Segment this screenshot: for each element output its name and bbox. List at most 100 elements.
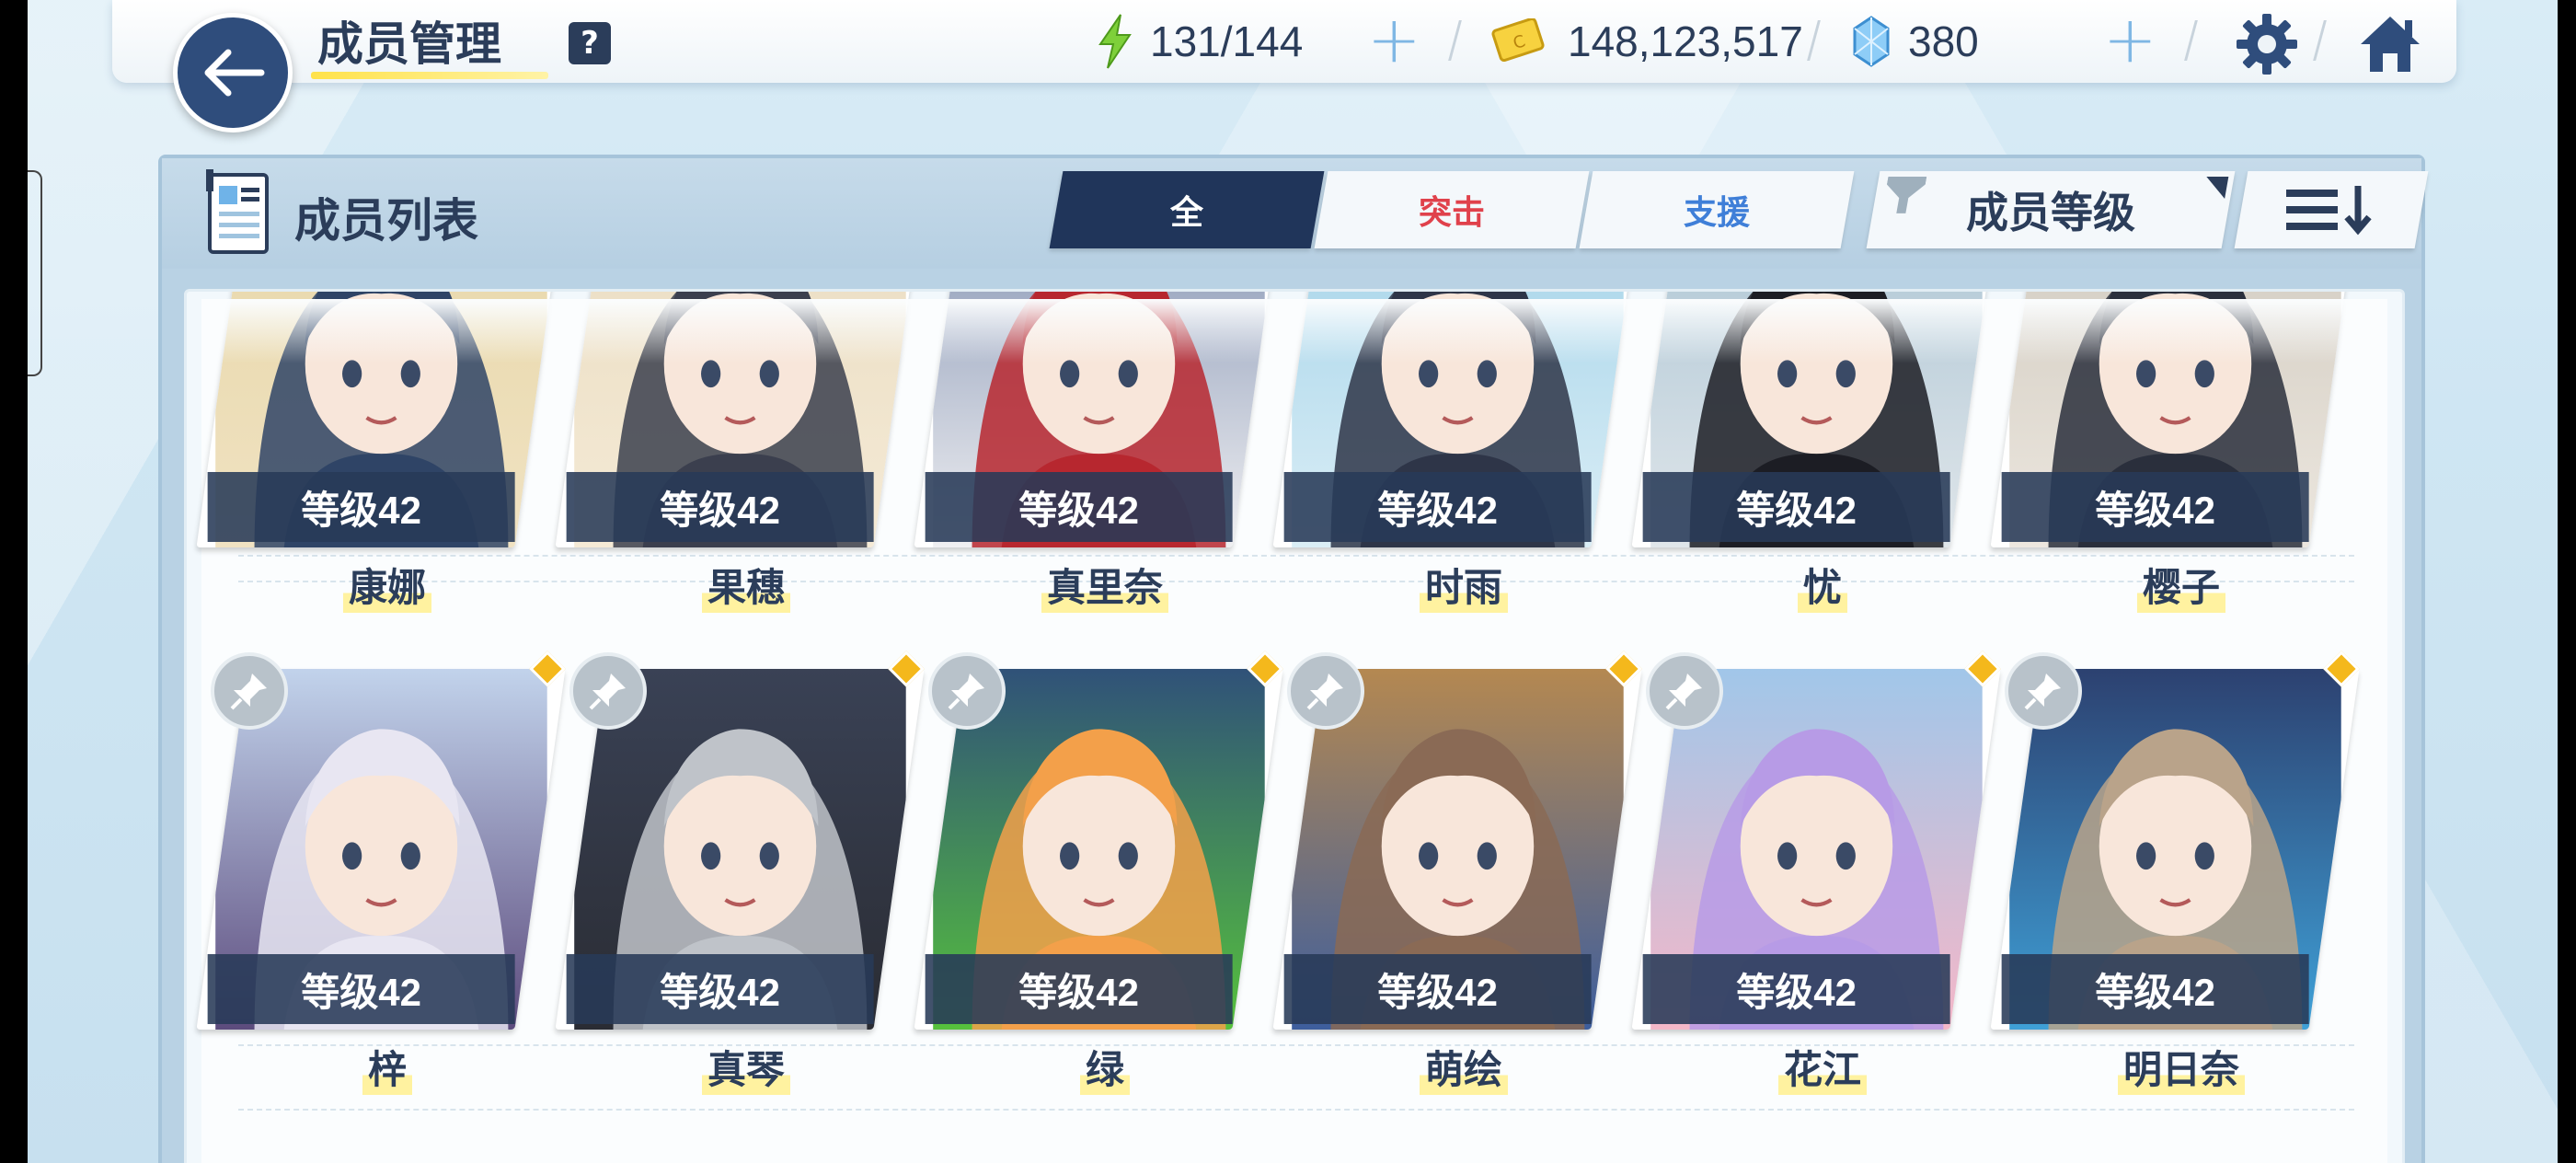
pin-button[interactable]	[1287, 652, 1364, 730]
row-divider	[238, 1109, 2354, 1111]
student-name: 真里奈	[1041, 557, 1168, 613]
sort-descending-icon	[2286, 186, 2372, 236]
phone-edge	[28, 170, 42, 376]
gem-icon	[1853, 16, 1890, 67]
level-text: 等级42	[301, 970, 421, 1014]
credits-value: 148,123,517	[1568, 17, 1803, 65]
pin-button[interactable]	[1646, 652, 1723, 730]
ap-value: 131/144	[1150, 17, 1304, 65]
scroll-fade	[201, 299, 2387, 363]
level-badge: 等级42	[1283, 954, 1592, 1024]
page-title: 成员管理	[317, 18, 501, 70]
level-badge: 等级42	[207, 472, 515, 542]
student-card[interactable]: 等级42 梓	[196, 651, 566, 1095]
level-text: 等级42	[1018, 488, 1139, 532]
credits-display: C 148,123,517	[1490, 13, 1803, 70]
member-list-panel: 成员列表 全 突击 支援 成员等级 等级42 康娜 等级42 果穗 等级42 真…	[158, 155, 2429, 1163]
student-card[interactable]: 等级42 花江	[1631, 651, 2001, 1095]
tab-special[interactable]: 支援	[1579, 171, 1855, 248]
level-badge: 等级42	[2001, 954, 2309, 1024]
arrow-left-icon	[204, 49, 265, 97]
gems-display: 380	[1851, 13, 1979, 70]
level-badge: 等级42	[2001, 472, 2309, 542]
add-ap-button[interactable]: +	[1367, 0, 1421, 81]
student-name-row: 花江	[1657, 1039, 1988, 1095]
student-name-row: 真琴	[581, 1039, 912, 1095]
student-grid: 等级42 康娜 等级42 果穗 等级42 真里奈 等级42 时雨 等级42 忧等级42 樱子 等级42…	[196, 292, 2387, 1163]
student-name: 时雨	[1419, 557, 1508, 613]
pin-icon	[230, 674, 267, 710]
gear-icon	[2237, 14, 2297, 75]
level-text: 等级42	[1377, 970, 1498, 1014]
student-name-row: 萌绘	[1298, 1039, 1629, 1095]
level-text: 等级42	[1736, 488, 1857, 532]
pin-icon	[1306, 674, 1343, 710]
student-name-row: 绿	[939, 1039, 1271, 1095]
pin-button[interactable]	[569, 652, 647, 730]
student-name: 樱子	[2136, 557, 2225, 613]
level-badge: 等级42	[925, 954, 1233, 1024]
tab-striker-label: 突击	[1418, 194, 1485, 232]
student-name-row: 真里奈	[939, 557, 1271, 613]
student-list-icon	[206, 169, 269, 254]
level-text: 等级42	[660, 970, 780, 1014]
level-text: 等级42	[1736, 970, 1857, 1014]
student-name-row: 时雨	[1298, 557, 1629, 613]
pin-icon	[589, 674, 626, 710]
title-underline	[311, 72, 548, 79]
dropdown-corner-icon	[2202, 177, 2229, 199]
tab-striker[interactable]: 突击	[1314, 171, 1590, 248]
lightning-icon	[1098, 14, 1132, 69]
panel-title: 成员列表	[294, 195, 478, 247]
help-button[interactable]: ?	[569, 22, 611, 64]
back-button[interactable]	[173, 13, 293, 132]
pin-button[interactable]	[211, 652, 288, 730]
level-text: 等级42	[660, 488, 780, 532]
pin-icon	[948, 674, 984, 710]
student-card[interactable]: 等级42 绿	[914, 651, 1283, 1095]
pin-icon	[2024, 674, 2061, 710]
level-text: 等级42	[1377, 488, 1498, 532]
tab-special-label: 支援	[1683, 194, 1750, 232]
student-card[interactable]: 等级42 明日奈	[1990, 651, 2360, 1095]
level-text: 等级42	[301, 488, 421, 532]
student-name-row: 明日奈	[2016, 1039, 2347, 1095]
level-badge: 等级42	[1642, 472, 1950, 542]
sort-order-button[interactable]	[2234, 171, 2429, 248]
settings-button[interactable]	[2232, 9, 2302, 79]
student-name: 绿	[1079, 1039, 1130, 1095]
sort-label: 成员等级	[1966, 188, 2135, 237]
sort-dropdown[interactable]: 成员等级	[1866, 171, 2236, 248]
level-badge: 等级42	[566, 954, 874, 1024]
pin-icon	[1665, 674, 1702, 710]
tab-all-label: 全	[1169, 194, 1203, 232]
home-icon	[2361, 17, 2420, 72]
student-name: 花江	[1777, 1039, 1867, 1095]
pin-button[interactable]	[928, 652, 1006, 730]
role-filter-tabs: 全 突击 支援	[1049, 171, 1855, 248]
level-badge: 等级42	[207, 954, 515, 1024]
student-name: 梓	[362, 1039, 412, 1095]
student-grid-container[interactable]: 等级42 康娜 等级42 果穗 等级42 真里奈 等级42 时雨 等级42 忧等级42 樱子 等级42…	[184, 289, 2405, 1163]
filter-icon	[1881, 177, 1926, 215]
credit-card-icon: C	[1491, 18, 1545, 63]
level-text: 等级42	[2095, 970, 2215, 1014]
pin-button[interactable]	[2005, 652, 2082, 730]
tab-all[interactable]: 全	[1049, 171, 1325, 248]
level-text: 等级42	[2095, 488, 2215, 532]
level-badge: 等级42	[1283, 472, 1592, 542]
add-gems-button[interactable]: +	[2103, 0, 2157, 81]
student-name-row: 梓	[222, 1039, 553, 1095]
student-name: 康娜	[342, 557, 431, 613]
level-badge: 等级42	[925, 472, 1233, 542]
home-button[interactable]	[2355, 9, 2425, 79]
student-card[interactable]: 等级42 萌绘	[1272, 651, 1642, 1095]
ap-display: 131/144	[1095, 13, 1303, 70]
level-badge: 等级42	[566, 472, 874, 542]
student-name: 忧	[1797, 557, 1847, 613]
gems-value: 380	[1908, 17, 1979, 65]
student-name: 真琴	[701, 1039, 790, 1095]
game-screen: 成员管理 ? 131/144 + C 148,123,517 380 + 成员列…	[28, 0, 2558, 1163]
student-name: 果穗	[701, 557, 790, 613]
student-card[interactable]: 等级42 真琴	[555, 651, 925, 1095]
